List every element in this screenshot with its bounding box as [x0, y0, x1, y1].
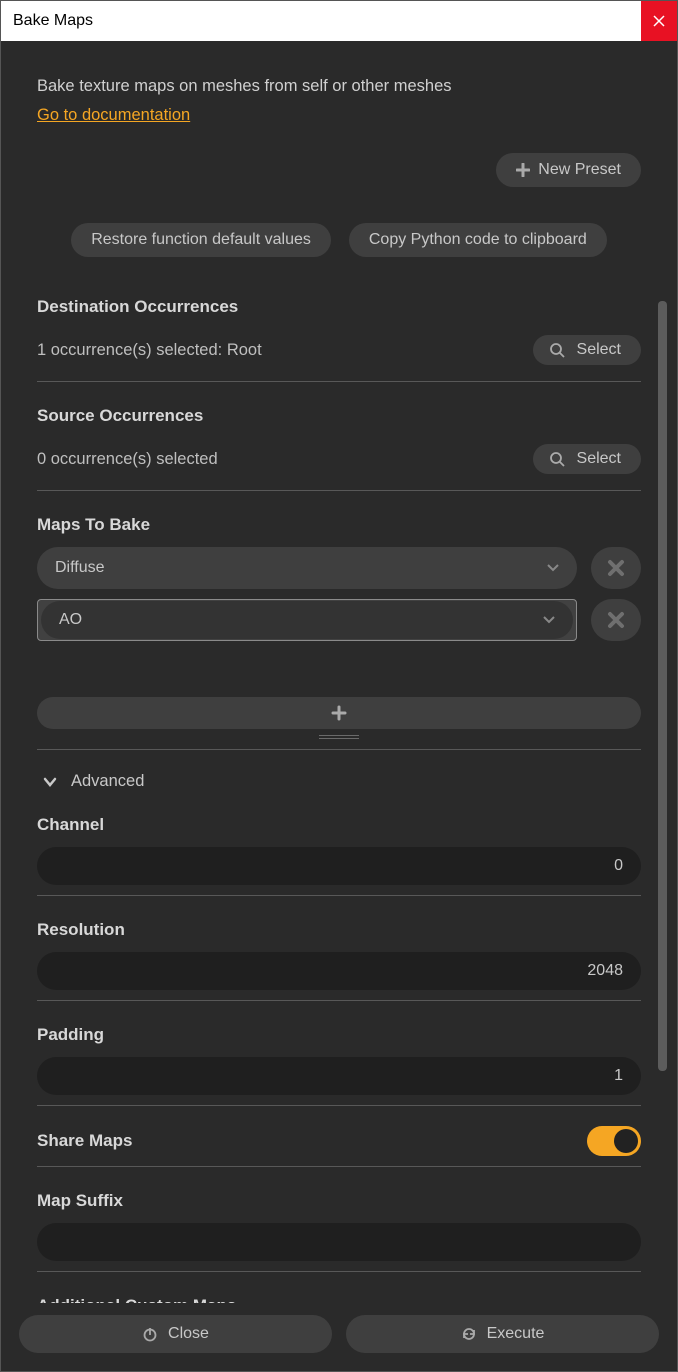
restore-defaults-button[interactable]: Restore function default values	[71, 223, 331, 257]
search-icon	[549, 451, 565, 467]
channel-label: Channel	[37, 815, 641, 835]
padding-label: Padding	[37, 1025, 641, 1045]
padding-value: 1	[614, 1067, 623, 1085]
select-label: Select	[577, 341, 621, 359]
advanced-toggle[interactable]: Advanced	[37, 772, 641, 791]
restore-defaults-label: Restore function default values	[91, 231, 311, 249]
window-close-button[interactable]	[641, 1, 677, 41]
channel-value: 0	[614, 857, 623, 875]
plus-icon	[331, 705, 347, 721]
scroll-area: Destination Occurrences 1 occurrence(s) …	[1, 273, 677, 1303]
source-select-button[interactable]: Select	[533, 444, 641, 474]
map-type-select[interactable]: Diffuse	[37, 547, 577, 589]
divider	[37, 1000, 641, 1001]
dialog-footer: Close Execute	[1, 1303, 677, 1371]
new-preset-button[interactable]: New Preset	[496, 153, 641, 187]
search-icon	[549, 342, 565, 358]
divider	[37, 381, 641, 382]
resolution-input[interactable]: 2048	[37, 952, 641, 990]
remove-icon	[607, 611, 625, 629]
source-section-label: Source Occurrences	[37, 406, 641, 426]
select-label: Select	[577, 450, 621, 468]
bake-maps-dialog: Bake Maps Bake texture maps on meshes fr…	[0, 0, 678, 1372]
remove-map-button[interactable]	[591, 599, 641, 641]
destination-section-label: Destination Occurrences	[37, 297, 641, 317]
documentation-link[interactable]: Go to documentation	[37, 106, 190, 125]
map-suffix-input[interactable]	[37, 1223, 641, 1261]
close-icon	[653, 15, 665, 27]
divider	[37, 749, 641, 750]
resolution-label: Resolution	[37, 920, 641, 940]
divider	[37, 1166, 641, 1167]
close-button[interactable]: Close	[19, 1315, 332, 1353]
window-title: Bake Maps	[13, 12, 93, 30]
chevron-down-icon	[547, 564, 559, 572]
scrollbar[interactable]	[658, 301, 667, 1303]
dialog-body: Bake texture maps on meshes from self or…	[1, 41, 677, 1371]
divider	[37, 1271, 641, 1272]
share-maps-label: Share Maps	[37, 1131, 132, 1151]
map-type-value: Diffuse	[55, 559, 105, 577]
refresh-icon	[461, 1326, 477, 1342]
divider	[37, 1105, 641, 1106]
execute-button[interactable]: Execute	[346, 1315, 659, 1353]
divider	[37, 490, 641, 491]
chevron-down-icon	[543, 616, 555, 624]
titlebar: Bake Maps	[1, 1, 677, 41]
map-type-select-active[interactable]: AO	[37, 599, 577, 641]
maps-to-bake-label: Maps To Bake	[37, 515, 641, 535]
toggle-knob	[614, 1129, 638, 1153]
additional-custom-maps-label: Additional Custom Maps	[37, 1296, 641, 1303]
channel-input[interactable]: 0	[37, 847, 641, 885]
advanced-label: Advanced	[71, 772, 144, 791]
resize-grip[interactable]	[319, 735, 359, 739]
share-maps-toggle[interactable]	[587, 1126, 641, 1156]
remove-map-button[interactable]	[591, 547, 641, 589]
map-type-value: AO	[59, 611, 82, 629]
plus-icon	[516, 163, 530, 177]
resolution-value: 2048	[587, 962, 623, 980]
copy-python-label: Copy Python code to clipboard	[369, 231, 587, 249]
description-text: Bake texture maps on meshes from self or…	[37, 77, 641, 96]
add-map-button[interactable]	[37, 697, 641, 729]
execute-label: Execute	[487, 1325, 545, 1343]
map-suffix-label: Map Suffix	[37, 1191, 641, 1211]
destination-status-text: 1 occurrence(s) selected: Root	[37, 341, 262, 360]
power-icon	[142, 1326, 158, 1342]
copy-python-button[interactable]: Copy Python code to clipboard	[349, 223, 607, 257]
close-label: Close	[168, 1325, 209, 1343]
padding-input[interactable]: 1	[37, 1057, 641, 1095]
remove-icon	[607, 559, 625, 577]
new-preset-label: New Preset	[538, 161, 621, 179]
chevron-down-icon	[43, 777, 57, 787]
source-status-text: 0 occurrence(s) selected	[37, 450, 218, 469]
scrollbar-thumb[interactable]	[658, 301, 667, 1071]
divider	[37, 895, 641, 896]
destination-select-button[interactable]: Select	[533, 335, 641, 365]
